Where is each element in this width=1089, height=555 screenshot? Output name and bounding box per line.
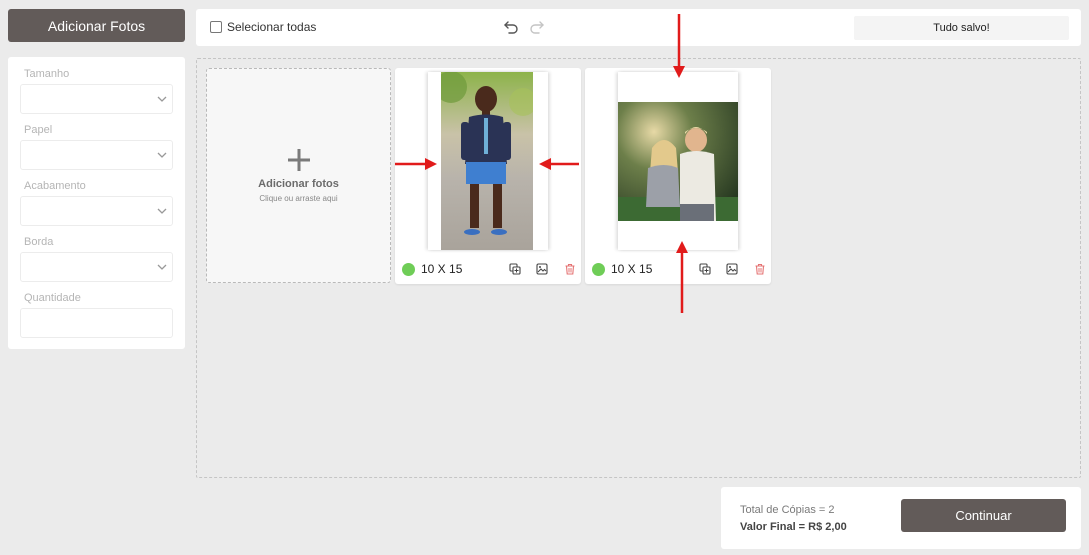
annotation-arrow-down (673, 14, 685, 78)
dropzone-title: Adicionar fotos (258, 178, 339, 190)
image-edit-icon[interactable] (726, 263, 738, 275)
total-copies-text: Total de Cópias = 2 (740, 504, 835, 516)
add-photos-dropzone[interactable]: Adicionar fotos Clique ou arraste aqui (206, 68, 391, 283)
save-status: Tudo salvo! (854, 16, 1069, 40)
size-select[interactable] (20, 84, 173, 114)
select-all-label: Selecionar todas (227, 20, 317, 34)
finish-label: Acabamento (24, 180, 86, 192)
border-label: Borda (24, 236, 54, 248)
final-value-text: Valor Final = R$ 2,00 (740, 521, 847, 533)
duplicate-icon[interactable] (509, 263, 521, 275)
photo-size-label: 10 X 15 (421, 262, 463, 276)
chevron-down-icon (157, 96, 167, 102)
photo-area: Adicionar fotos Clique ou arraste aqui 1… (196, 58, 1081, 478)
trash-icon[interactable] (564, 263, 576, 275)
photo-paper (428, 72, 548, 250)
plus-icon (287, 149, 310, 171)
quantity-label: Quantidade (24, 292, 81, 304)
quantity-input[interactable] (20, 308, 173, 338)
chevron-down-icon (157, 264, 167, 270)
paper-label: Papel (24, 124, 53, 136)
redo-icon[interactable] (529, 19, 545, 35)
order-summary: Total de Cópias = 2 Valor Final = R$ 2,0… (721, 487, 1081, 549)
checkbox-icon[interactable] (210, 21, 222, 33)
photo-card[interactable]: 10 X 15 (395, 68, 581, 284)
image-edit-icon[interactable] (536, 263, 548, 275)
photo-size-label: 10 X 15 (611, 262, 653, 276)
photo-card-footer: 10 X 15 (401, 260, 575, 280)
duplicate-icon[interactable] (699, 263, 711, 275)
chevron-down-icon (157, 152, 167, 158)
paper-select[interactable] (20, 140, 173, 170)
annotation-arrow-left (539, 158, 579, 170)
add-photos-button[interactable]: Adicionar Fotos (8, 9, 185, 42)
finish-select[interactable] (20, 196, 173, 226)
size-label: Tamanho (24, 68, 70, 80)
photo-image (441, 72, 533, 250)
trash-icon[interactable] (754, 263, 766, 275)
dropzone-subtitle: Clique ou arraste aqui (259, 194, 338, 203)
chevron-down-icon (157, 208, 167, 214)
photo-paper (618, 72, 738, 250)
select-all-checkbox[interactable]: Selecionar todas (210, 20, 316, 34)
options-panel: Tamanho Papel Acabamento Borda Quantidad… (8, 57, 185, 349)
continue-button[interactable]: Continuar (901, 499, 1066, 532)
status-dot (402, 263, 415, 276)
photo-image (618, 102, 738, 221)
annotation-arrow-right (395, 158, 437, 170)
status-dot (592, 263, 605, 276)
border-select[interactable] (20, 252, 173, 282)
annotation-arrow-up (676, 241, 688, 313)
undo-icon[interactable] (503, 19, 519, 35)
toolbar: Selecionar todas Tudo salvo! (196, 9, 1081, 46)
